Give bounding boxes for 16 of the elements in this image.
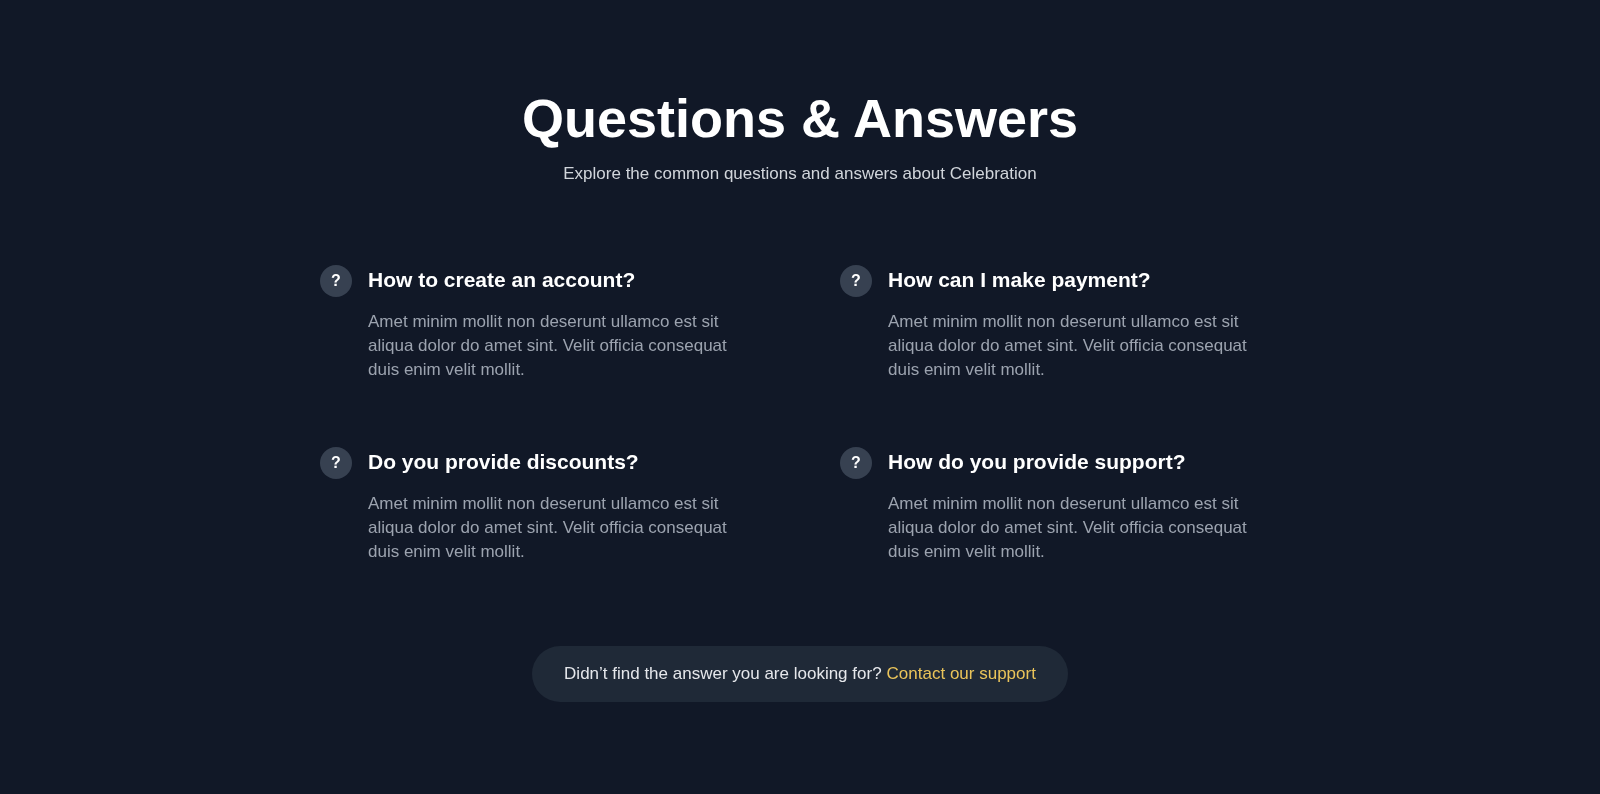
faq-answer: Amet minim mollit non deserunt ullamco est sit aliqua dolor do amet sint. Velit officia consequat duis enim velit mollit. bbox=[368, 311, 728, 381]
faq-answer: Amet minim mollit non deserunt ullamco est sit aliqua dolor do amet sint. Velit officia consequat duis enim velit mollit. bbox=[888, 311, 1248, 381]
question-mark-icon: ? bbox=[840, 265, 872, 297]
contact-support-link[interactable]: Contact our support bbox=[886, 664, 1036, 684]
faq-question: How to create an account? bbox=[368, 267, 637, 293]
faq-answer: Amet minim mollit non deserunt ullamco est sit aliqua dolor do amet sint. Velit officia consequat duis enim velit mollit. bbox=[888, 493, 1248, 563]
faq-question: Do you provide discounts? bbox=[368, 449, 640, 475]
support-prompt: Didn’t find the answer you are looking for? bbox=[564, 664, 882, 684]
faq-answer: Amet minim mollit non deserunt ullamco est sit aliqua dolor do amet sint. Velit officia consequat duis enim velit mollit. bbox=[368, 493, 728, 563]
faq-question: How do you provide support? bbox=[888, 449, 1187, 475]
faq-question: How can I make payment? bbox=[888, 267, 1152, 293]
question-mark-icon: ? bbox=[320, 265, 352, 297]
question-mark-icon: ? bbox=[320, 447, 352, 479]
page-title: Questions & Answers bbox=[521, 88, 1079, 148]
page-subtitle: Explore the common questions and answers about Celebration bbox=[563, 163, 1037, 185]
question-mark-icon: ? bbox=[840, 447, 872, 479]
